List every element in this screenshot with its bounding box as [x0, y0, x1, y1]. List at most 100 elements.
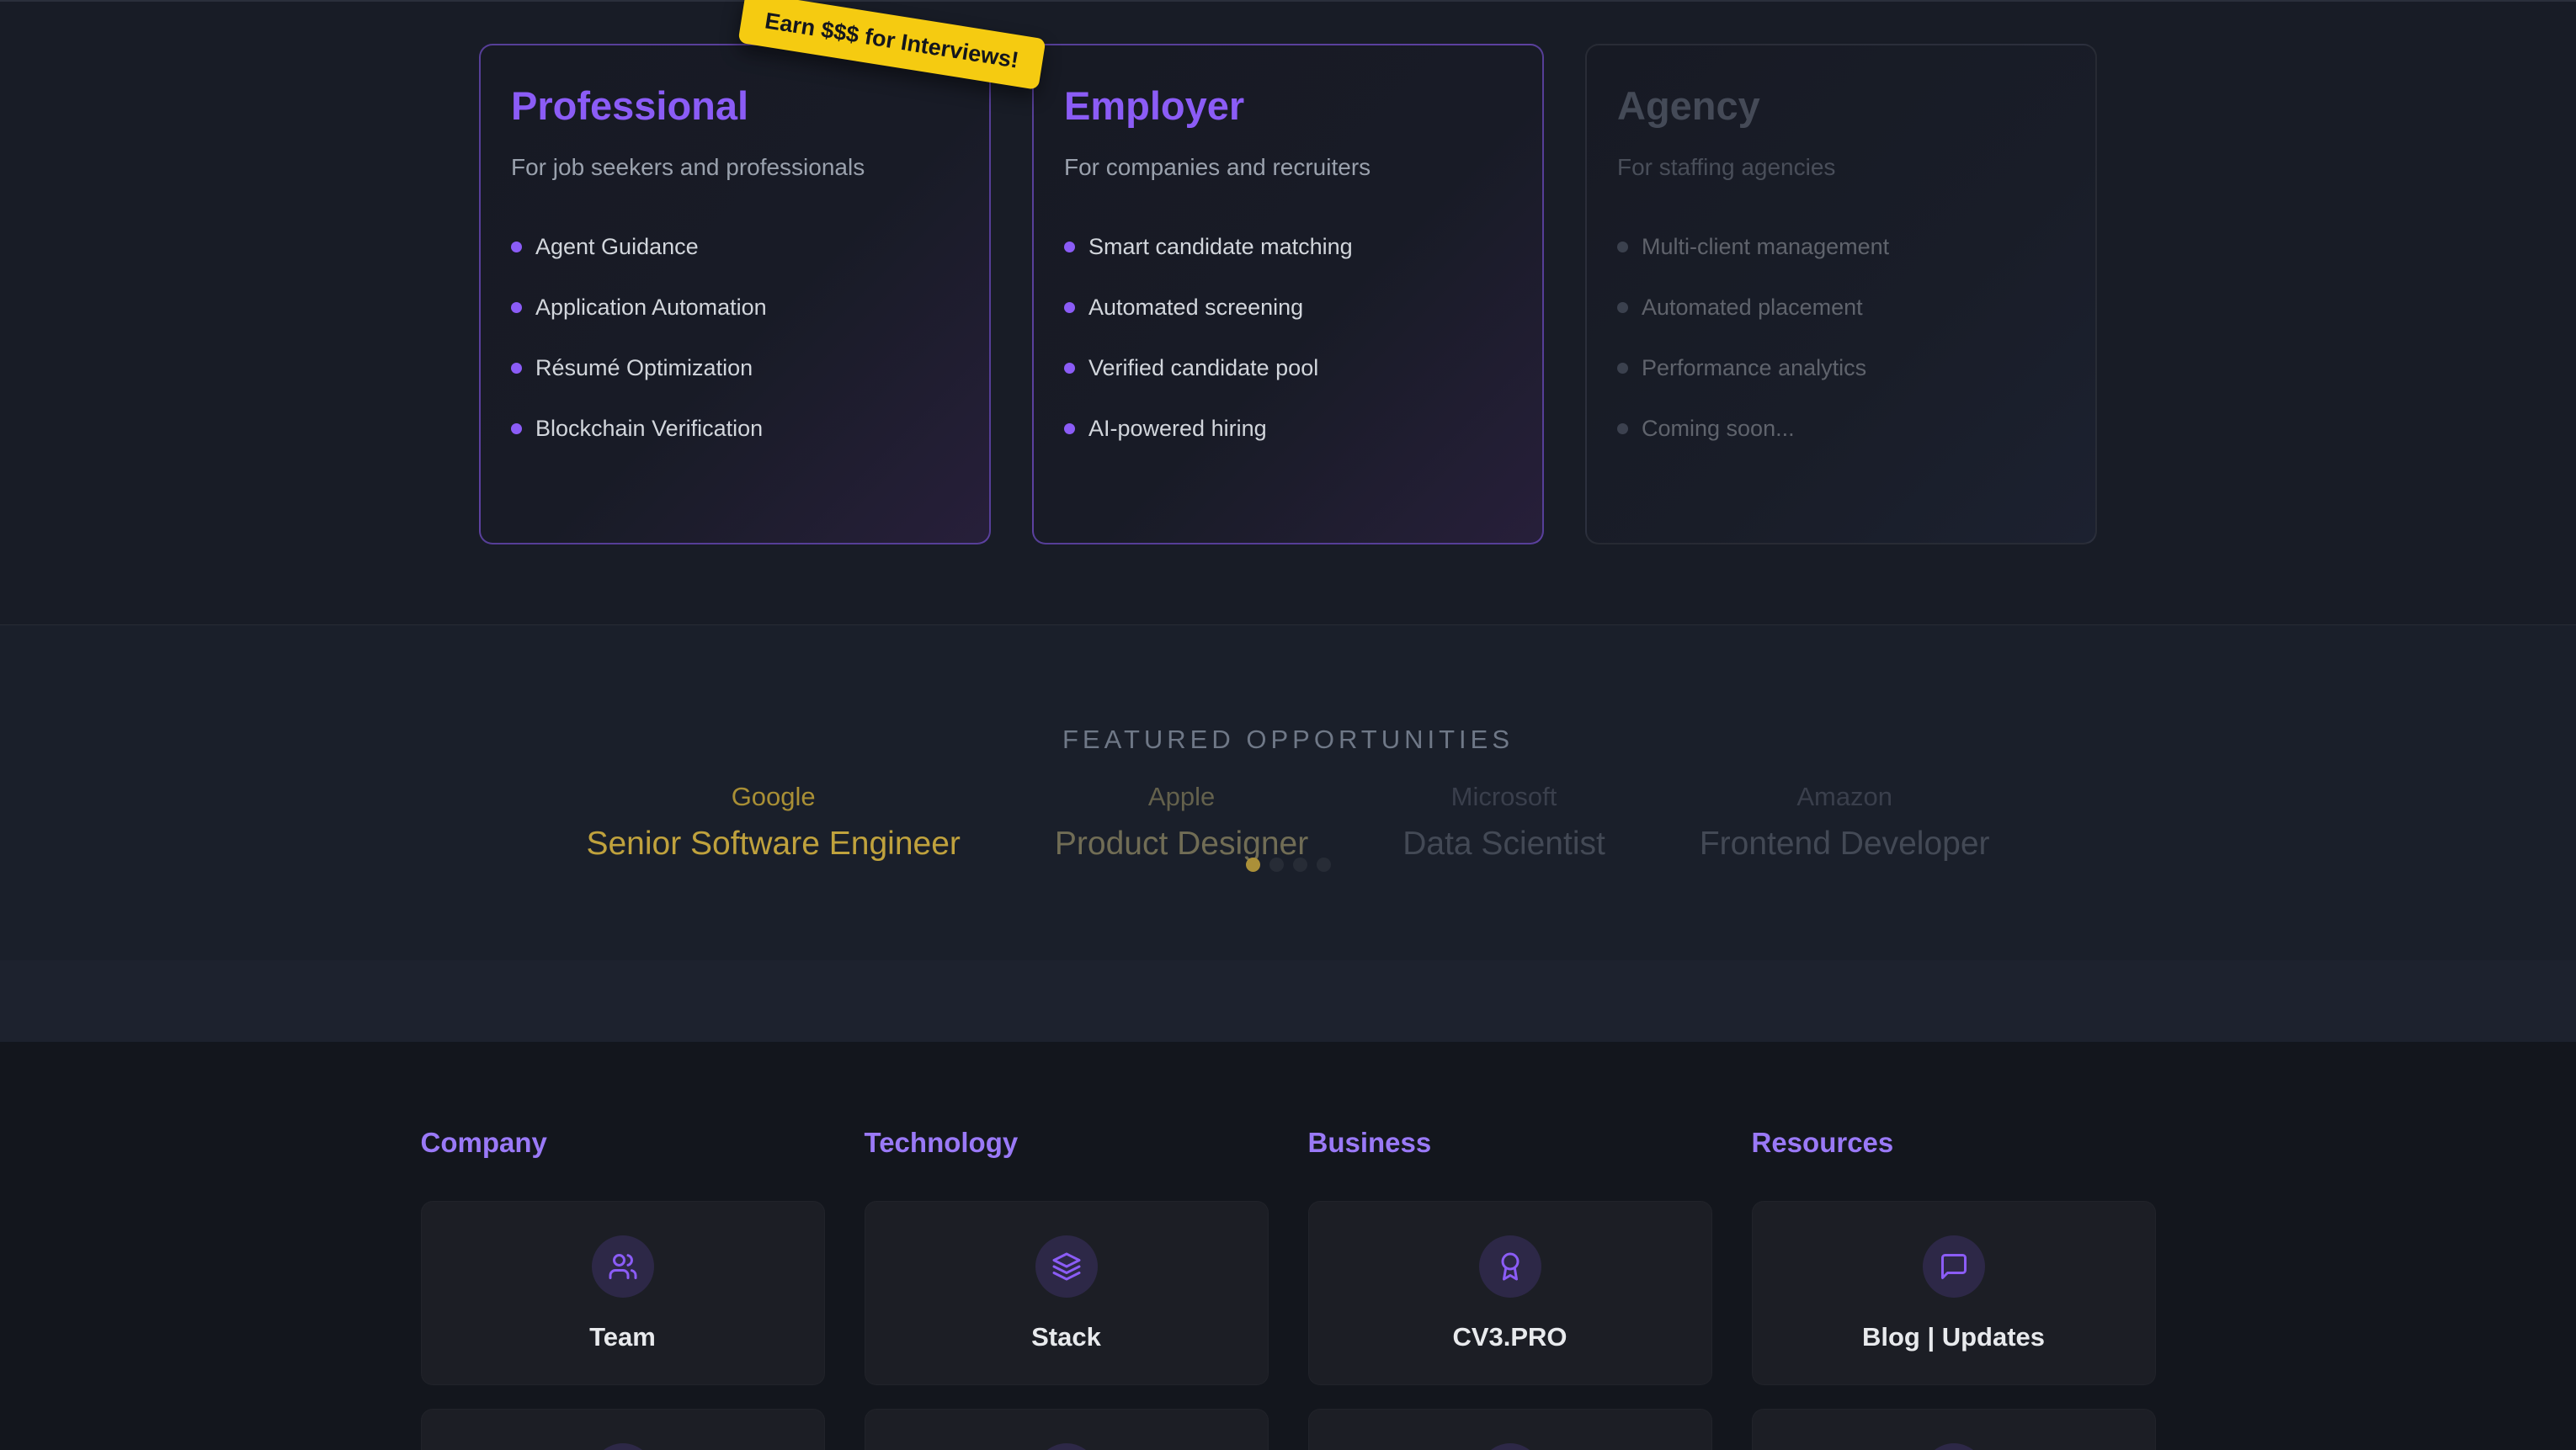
feature-list: Smart candidate matching Automated scree… [1064, 235, 1512, 440]
pricing-card-title: Agency [1617, 82, 2065, 129]
feature-list: Agent Guidance Application Automation Ré… [511, 235, 959, 440]
feature-item: Agent Guidance [511, 235, 959, 258]
users-icon [608, 1251, 638, 1282]
bullet-dot-icon [1617, 302, 1628, 313]
pricing-card-content: Professional For job seekers and profess… [511, 82, 959, 440]
feature-label: Verified candidate pool [1088, 356, 1318, 380]
footer-card-team[interactable]: Team [421, 1201, 825, 1385]
carousel-dot[interactable] [1317, 858, 1331, 872]
pricing-card-subtitle: For job seekers and professionals [511, 154, 959, 181]
footer-card-partial[interactable] [1752, 1409, 2156, 1450]
feature-item: Multi-client management [1617, 235, 2065, 258]
feature-label: Agent Guidance [535, 235, 699, 258]
footer-heading: Company [421, 1127, 825, 1159]
feature-item: Application Automation [511, 295, 959, 319]
footer-card-label: Team [422, 1322, 824, 1352]
footer-column-business: Business CV3.PRO [1308, 1127, 1712, 1450]
job-role: Senior Software Engineer [586, 826, 960, 863]
footer-heading: Business [1308, 1127, 1712, 1159]
feature-item: Blockchain Verification [511, 417, 959, 440]
footer-column-resources: Resources Blog | Updates [1752, 1127, 2156, 1450]
feature-label: Automated screening [1088, 295, 1303, 319]
job-role: Frontend Developer [1700, 826, 1990, 863]
pricing-card-title: Employer [1064, 82, 1512, 129]
footer-card-partial[interactable] [865, 1409, 1269, 1450]
pricing-card-professional[interactable]: Earn $$$ for Interviews! Professional Fo… [479, 44, 991, 544]
footer-card-label: Stack [865, 1322, 1268, 1352]
bullet-dot-icon [1064, 242, 1075, 252]
icon-circle [1479, 1235, 1541, 1298]
icon-circle [1035, 1235, 1098, 1298]
featured-jobs-row: Google Senior Software Engineer Apple Pr… [0, 782, 2576, 863]
job-item-microsoft[interactable]: Microsoft Data Scientist [1402, 782, 1605, 863]
footer-section: Company Team [0, 1043, 2576, 1450]
earn-badge: Earn $$$ for Interviews! [737, 0, 1046, 90]
bullet-dot-icon [1617, 242, 1628, 252]
feature-label: Multi-client management [1642, 235, 1889, 258]
footer-column-company: Company Team [421, 1127, 825, 1450]
pricing-card-agency: Agency For staffing agencies Multi-clien… [1585, 44, 2097, 544]
icon-circle [1923, 1443, 1985, 1450]
feature-item: Résumé Optimization [511, 356, 959, 380]
feature-label: Application Automation [535, 295, 767, 319]
job-item-apple[interactable]: Apple Product Designer [1055, 782, 1308, 863]
feature-item: Automated screening [1064, 295, 1512, 319]
footer-heading: Resources [1752, 1127, 2156, 1159]
bullet-dot-icon [511, 423, 522, 434]
feature-label: Automated placement [1642, 295, 1863, 319]
icon-circle [1923, 1235, 1985, 1298]
carousel-dot[interactable] [1293, 858, 1307, 872]
footer-card-blog[interactable]: Blog | Updates [1752, 1201, 2156, 1385]
icon-circle [1035, 1443, 1098, 1450]
job-company: Apple [1055, 782, 1308, 812]
footer-card-partial[interactable] [421, 1409, 825, 1450]
job-company: Amazon [1700, 782, 1990, 812]
footer-card-stack[interactable]: Stack [865, 1201, 1269, 1385]
pricing-card-content: Agency For staffing agencies Multi-clien… [1617, 82, 2065, 440]
footer-columns: Company Team [0, 1127, 2576, 1450]
featured-title: FEATURED OPPORTUNITIES [0, 725, 2576, 755]
feature-item: Performance analytics [1617, 356, 2065, 380]
message-icon [1939, 1251, 1969, 1282]
bullet-dot-icon [1617, 363, 1628, 374]
carousel-dot[interactable] [1246, 858, 1260, 872]
job-company: Google [586, 782, 960, 812]
award-icon [1495, 1251, 1525, 1282]
footer-heading: Technology [865, 1127, 1269, 1159]
footer-card-partial[interactable] [1308, 1409, 1712, 1450]
bullet-dot-icon [511, 363, 522, 374]
bullet-dot-icon [511, 302, 522, 313]
job-role: Data Scientist [1402, 826, 1605, 863]
bullet-dot-icon [1064, 302, 1075, 313]
bullet-dot-icon [1064, 423, 1075, 434]
bullet-dot-icon [1064, 363, 1075, 374]
feature-item: Verified candidate pool [1064, 356, 1512, 380]
job-company: Microsoft [1402, 782, 1605, 812]
pricing-card-content: Employer For companies and recruiters Sm… [1064, 82, 1512, 440]
page: Earn $$$ for Interviews! Professional Fo… [0, 0, 2576, 1450]
feature-list: Multi-client management Automated placem… [1617, 235, 2065, 440]
pricing-card-employer[interactable]: Employer For companies and recruiters Sm… [1032, 44, 1544, 544]
footer-card-cv3pro[interactable]: CV3.PRO [1308, 1201, 1712, 1385]
featured-section: FEATURED OPPORTUNITIES Google Senior Sof… [0, 625, 2576, 960]
icon-circle [1479, 1443, 1541, 1450]
feature-label: Smart candidate matching [1088, 235, 1353, 258]
icon-circle [592, 1443, 654, 1450]
pricing-card-subtitle: For companies and recruiters [1064, 154, 1512, 181]
feature-item: Automated placement [1617, 295, 2065, 319]
feature-item: AI-powered hiring [1064, 417, 1512, 440]
pricing-card-title: Professional [511, 82, 959, 129]
feature-item: Coming soon... [1617, 417, 2065, 440]
job-item-google[interactable]: Google Senior Software Engineer [586, 782, 960, 863]
feature-label: Coming soon... [1642, 417, 1795, 440]
layers-icon [1051, 1251, 1082, 1282]
bullet-dot-icon [511, 242, 522, 252]
feature-label: AI-powered hiring [1088, 417, 1267, 440]
bullet-dot-icon [1617, 423, 1628, 434]
footer-card-label: CV3.PRO [1309, 1322, 1711, 1352]
pricing-card-subtitle: For staffing agencies [1617, 154, 2065, 181]
job-role: Product Designer [1055, 826, 1308, 863]
job-item-amazon[interactable]: Amazon Frontend Developer [1700, 782, 1990, 863]
carousel-dot[interactable] [1269, 858, 1284, 872]
pricing-cards-row: Earn $$$ for Interviews! Professional Fo… [0, 2, 2576, 544]
